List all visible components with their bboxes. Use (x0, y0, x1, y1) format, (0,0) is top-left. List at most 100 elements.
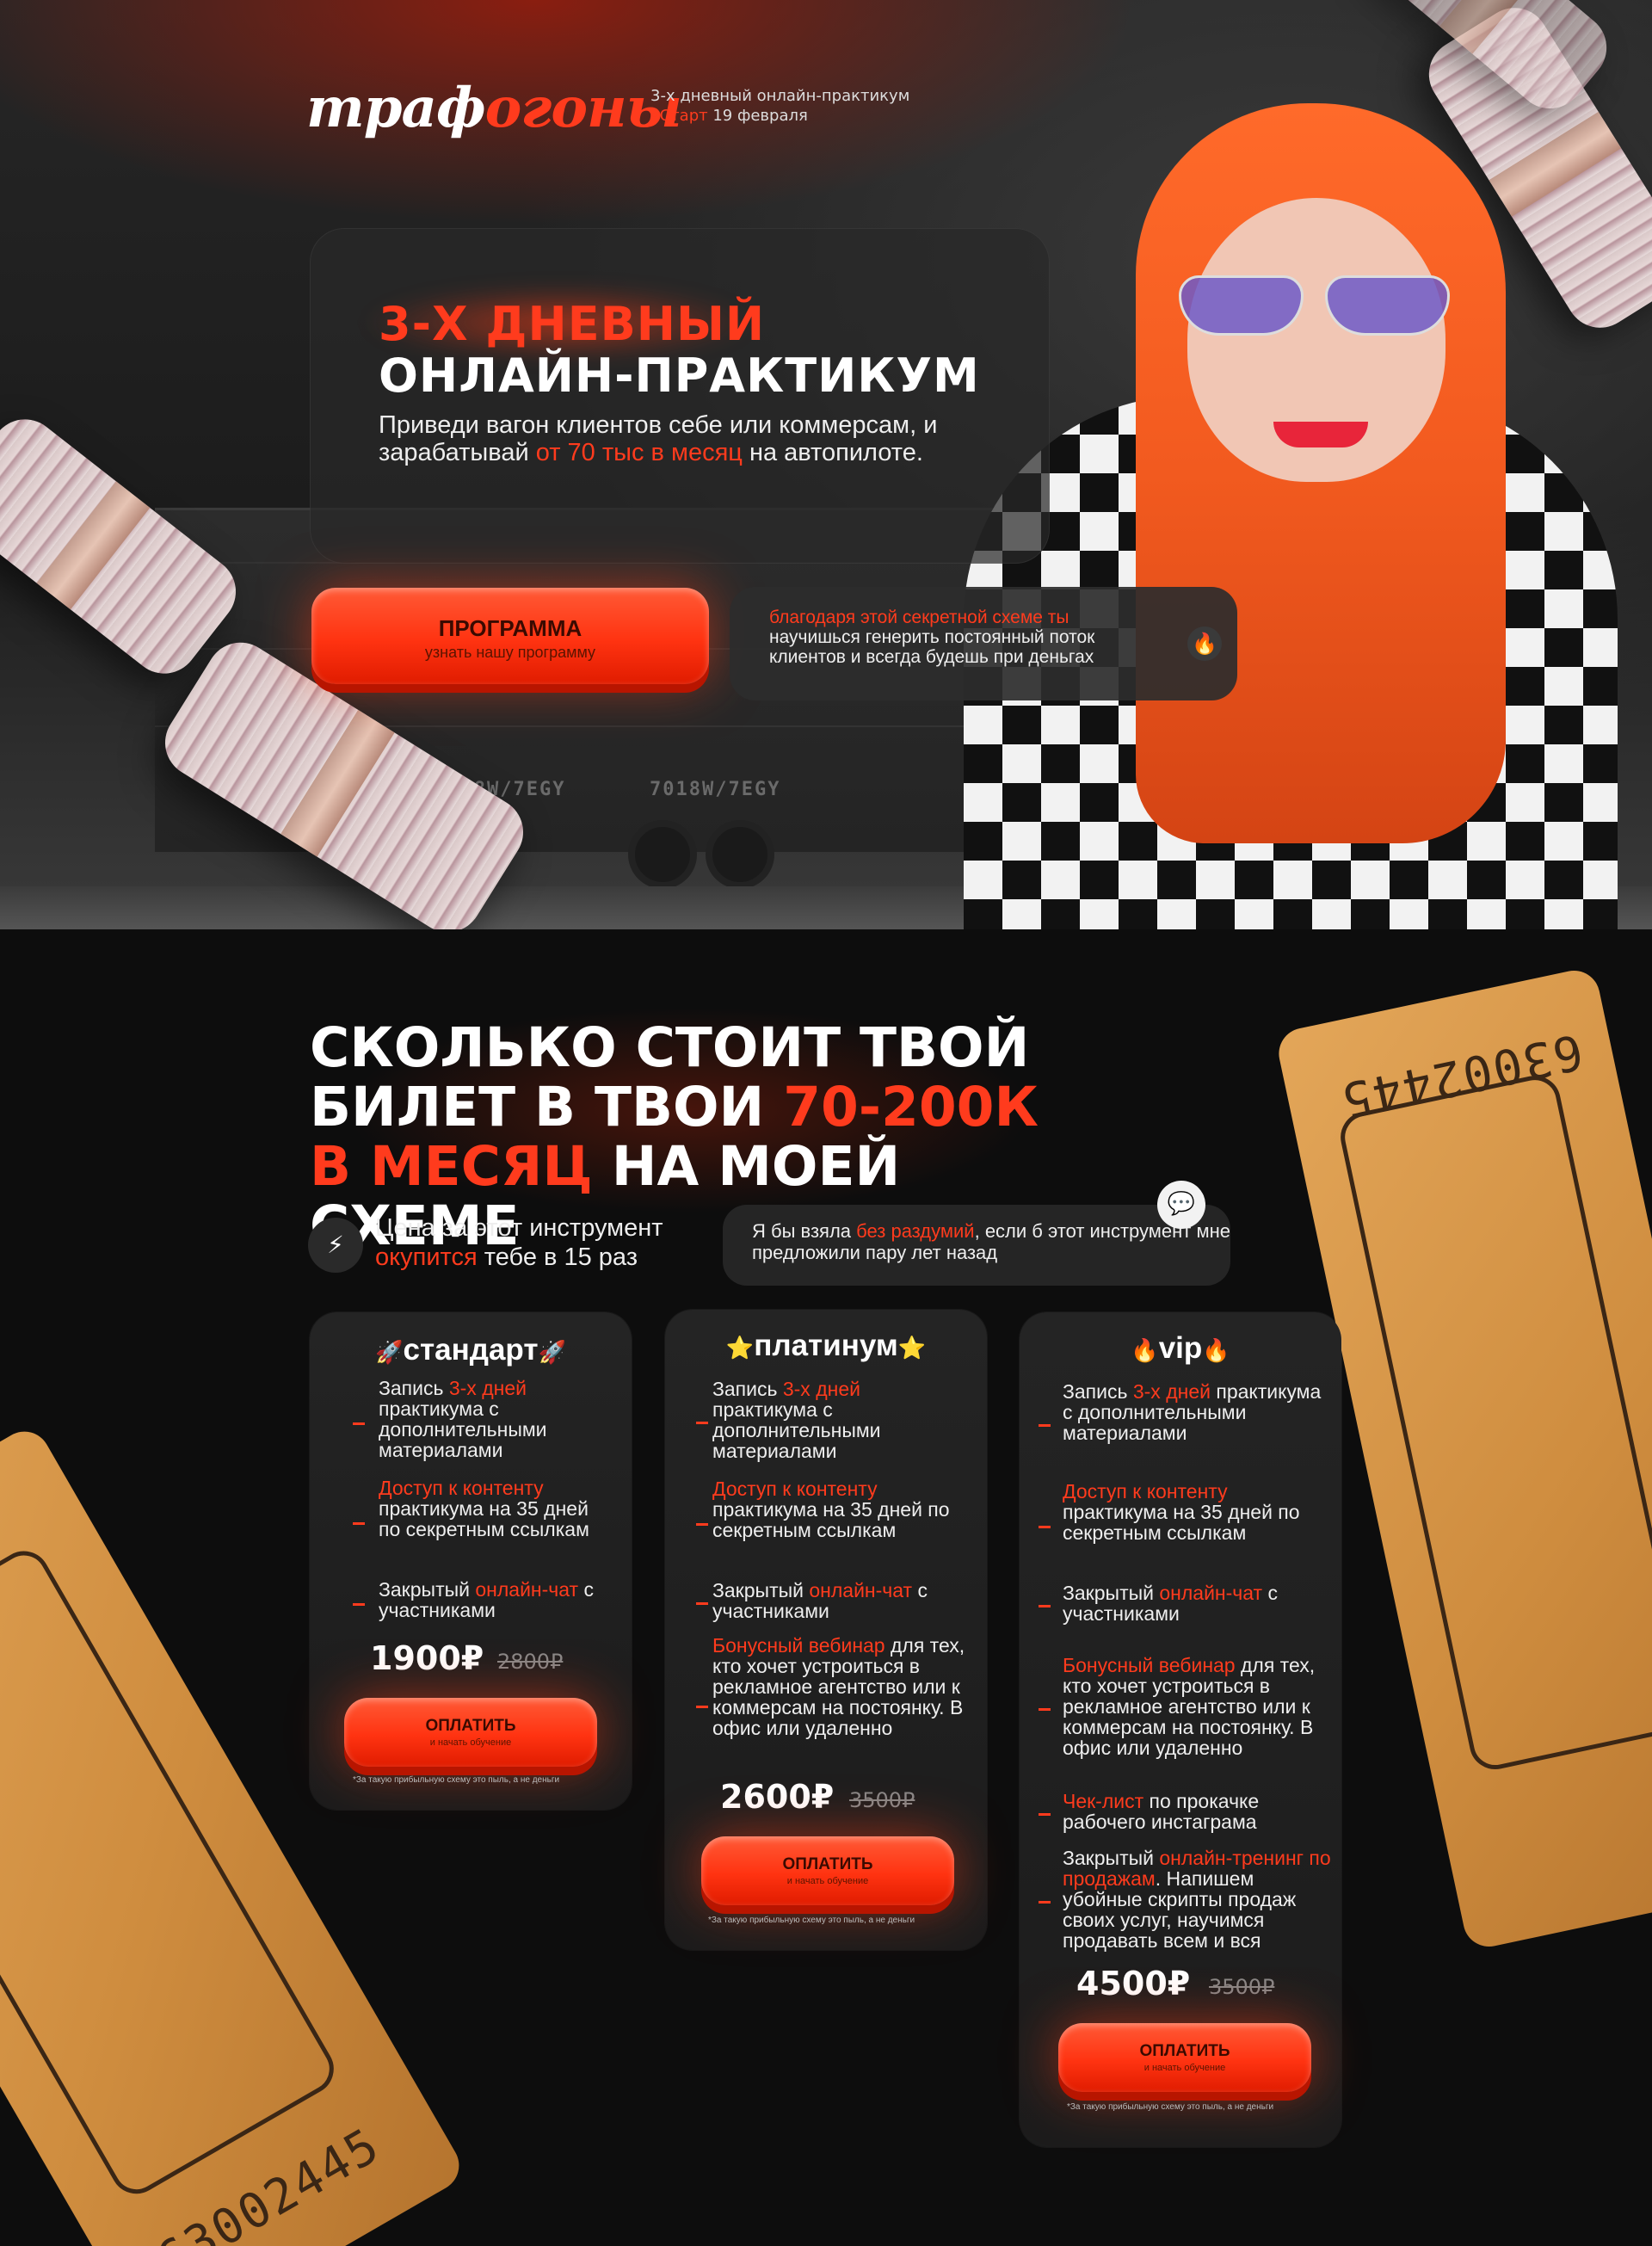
plan-old-price: 3500₽ (1209, 1975, 1275, 1999)
plan-price: 2600₽ (720, 1778, 835, 1816)
plan-feature: Запись 3-х дней практикума с дополнитель… (379, 1378, 611, 1460)
feature-text: Запись (712, 1378, 783, 1400)
list-bullet (696, 1523, 708, 1526)
plan-feature: Запись 3-х дней практикума с дополнитель… (1063, 1381, 1329, 1443)
feature-highlight: Чек-лист (1063, 1790, 1144, 1812)
plan-feature: Доступ к контенту практикума на 35 дней … (1063, 1481, 1329, 1543)
train-code-label: 7018W/7EGY (650, 779, 781, 800)
hero-subtitle-highlight: от 70 тыс в месяц (535, 439, 743, 466)
brand-logo[interactable]: трафогоны (306, 76, 682, 140)
list-bullet (353, 1603, 365, 1606)
lightning-icon: ⚡ (308, 1218, 363, 1273)
pay-button-vip[interactable]: ОПЛАТИТЬ и начать обучение (1058, 2023, 1311, 2092)
list-bullet (1039, 1813, 1051, 1816)
star-icon: ⭐ (725, 1335, 755, 1361)
plan-feature: Запись 3-х дней практикума с дополнитель… (712, 1379, 971, 1461)
feature-text: Закрытый (379, 1578, 476, 1601)
payoff-part1: Цена за этот инструмент (375, 1214, 663, 1242)
hero-subtitle-part2: на автопилоте. (742, 439, 923, 466)
rocket-icon: 🚀 (375, 1339, 404, 1365)
feature-highlight: Доступ к контенту (379, 1477, 544, 1499)
payoff-highlight: окупится (375, 1243, 478, 1271)
callout-highlight: благодаря этой секретной схеме ты (769, 608, 1069, 627)
quote-text: Я бы взяла без раздумий, если б этот инс… (752, 1220, 1234, 1263)
list-bullet (353, 1522, 365, 1525)
feature-highlight: 3-х дней (448, 1377, 527, 1399)
plan-card-platinum: ⭐платинум⭐ Запись 3-х дней практикума с … (665, 1310, 987, 1950)
list-bullet (1039, 1424, 1051, 1427)
plan-title: 🚀стандарт🚀 (310, 1333, 632, 1367)
feature-highlight: онлайн-чат (1159, 1582, 1263, 1604)
plan-old-price: 3500₽ (849, 1788, 915, 1812)
plan-feature: Закрытый онлайн-чат с участниками (379, 1579, 611, 1620)
feature-highlight: Доступ к контенту (712, 1478, 878, 1500)
feature-highlight: 3-х дней (1132, 1380, 1211, 1403)
list-bullet (696, 1706, 708, 1708)
program-button-label: ПРОГРАММА (438, 615, 583, 641)
plan-card-vip: 🔥vip🔥 Запись 3-х дней практикума с допол… (1020, 1312, 1341, 2147)
plan-name: стандарт (403, 1333, 539, 1367)
list-bullet (696, 1422, 708, 1424)
ticket-frame (0, 1541, 343, 2204)
pay-button-label: ОПЛАТИТЬ (1139, 2042, 1230, 2060)
hero-subtitle: Приведи вагон клиентов себе или коммерса… (379, 411, 1032, 466)
plan-title: ⭐платинум⭐ (665, 1329, 987, 1363)
feature-highlight: Бонусный вебинар (1063, 1654, 1236, 1676)
plan-feature: Бонусный вебинар для тех, кто хочет устр… (712, 1635, 971, 1738)
event-start: •Старт 19 февраля (650, 106, 909, 126)
list-bullet (1039, 1901, 1051, 1904)
plan-footnote: *За такую прибыльную схему это пыль, а н… (353, 1775, 560, 1785)
feature-text: Запись (379, 1377, 449, 1399)
pay-button-sublabel: и начать обучение (429, 1737, 512, 1748)
feature-highlight: онлайн-чат (475, 1578, 579, 1601)
pay-button-platinum[interactable]: ОПЛАТИТЬ и начать обучение (701, 1836, 954, 1905)
plan-feature: Закрытый онлайн-чат с участниками (1063, 1583, 1329, 1624)
feature-text: практикума на 35 дней по секретным ссылк… (712, 1498, 950, 1541)
pay-button-standard[interactable]: ОПЛАТИТЬ и начать обучение (344, 1698, 597, 1767)
plan-feature: Закрытый онлайн-чат с участниками (712, 1580, 971, 1621)
feature-highlight: онлайн-чат (809, 1579, 913, 1601)
list-bullet (1039, 1708, 1051, 1711)
payoff-part2: тебе в 15 раз (477, 1243, 638, 1271)
chat-bubble-icon: 💬 (1157, 1181, 1205, 1229)
feature-highlight: Бонусный вебинар (712, 1634, 885, 1657)
program-button[interactable]: ПРОГРАММА узнать нашу программу (311, 588, 709, 684)
plan-footnote: *За такую прибыльную схему это пыль, а н… (1067, 2102, 1274, 2112)
feature-text: практикума с дополнительными материалами (712, 1398, 881, 1462)
feature-text: Закрытый (1063, 1582, 1160, 1604)
logo-text-part1: траф (306, 76, 486, 140)
secret-scheme-callout: благодаря этой секретной схеме ты научиш… (730, 587, 1237, 700)
plan-name: платинум (754, 1329, 898, 1362)
quote-part1: Я бы взяла (752, 1220, 857, 1242)
event-start-date: 19 февраля (707, 107, 808, 125)
train-wheel (628, 820, 697, 889)
rocket-icon: 🚀 (538, 1339, 566, 1365)
feature-text: Закрытый (1063, 1847, 1160, 1869)
fire-icon: 🔥 (1202, 1337, 1230, 1363)
sunglasses-icon (1179, 275, 1454, 336)
presenter-lips (1273, 422, 1368, 447)
event-start-label: •Старт (650, 107, 708, 125)
feature-highlight: Доступ к контенту (1063, 1480, 1228, 1502)
plan-old-price: 2800₽ (497, 1650, 564, 1674)
hero-section: 7018W/7EGY 7018W/7EGY трафогоны 3-х днев… (0, 0, 1652, 929)
payoff-text: Цена за этот инструмент окупится тебе в … (375, 1213, 737, 1272)
pay-button-label: ОПЛАТИТЬ (425, 1717, 516, 1735)
event-meta: 3-х дневный онлайн-практикум •Старт 19 ф… (650, 86, 909, 126)
plan-feature: Закрытый онлайн-тренинг по продажам. Нап… (1063, 1848, 1335, 1951)
list-bullet (1039, 1605, 1051, 1607)
plan-footnote: *За такую прибыльную схему это пыль, а н… (708, 1916, 915, 1925)
pay-button-sublabel: и начать обучение (1143, 2063, 1226, 2073)
pay-button-sublabel: и начать обучение (786, 1876, 869, 1886)
plan-card-standard: 🚀стандарт🚀 Запись 3-х дней практикума с … (310, 1312, 632, 1810)
event-format: 3-х дневный онлайн-практикум (650, 87, 910, 105)
hero-title-line2: ОНЛАЙН-ПРАКТИКУМ (379, 349, 980, 403)
plan-feature: Доступ к контенту практикума на 35 дней … (712, 1478, 971, 1540)
train-wheel (706, 820, 774, 889)
plan-name: vip (1158, 1331, 1203, 1365)
feature-text: Запись (1063, 1380, 1133, 1403)
callout-text: благодаря этой секретной схеме ты научиш… (769, 608, 1165, 667)
list-bullet (353, 1422, 365, 1425)
ticket-frame (1335, 1071, 1652, 1774)
star-icon: ⭐ (897, 1335, 927, 1361)
